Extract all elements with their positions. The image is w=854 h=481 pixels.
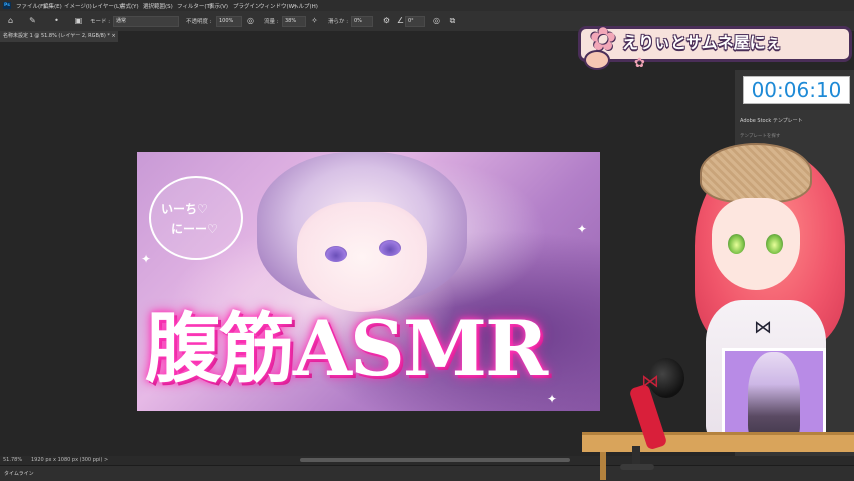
menu-image[interactable]: イメージ(I)	[64, 2, 92, 10]
avatar-right-eye	[766, 234, 783, 254]
brush-preset-icon[interactable]: •	[52, 16, 61, 25]
symmetry-icon[interactable]: ⧉	[448, 16, 457, 25]
small-sakura-icon: ✿	[634, 56, 645, 71]
menu-view[interactable]: 表示(V)	[209, 2, 228, 10]
document-dimensions: 1920 px x 1080 px (300 ppi)	[31, 457, 103, 463]
opacity-input[interactable]: 100%	[216, 16, 242, 27]
menu-type[interactable]: 書式(Y)	[120, 2, 139, 10]
angle-icon: ∠	[396, 16, 405, 25]
avatar-face	[712, 198, 800, 290]
sparkle-icon: ✦	[141, 252, 152, 266]
document-tab-title: 名称未設定 1 @ 51.8% (レイヤー 2, RGB/8) *	[3, 33, 110, 39]
timeline-tab[interactable]: タイムライン	[4, 470, 34, 477]
angle-input[interactable]: 0°	[405, 16, 425, 27]
flow-input[interactable]: 38%	[282, 16, 306, 27]
smoothing-settings-gear-icon[interactable]: ⚙	[382, 16, 391, 25]
speech-bubble-line1: いーち♡	[161, 202, 208, 216]
menu-plugins[interactable]: プラグイン	[233, 2, 261, 10]
brush-tool-icon[interactable]: ✎	[28, 16, 37, 25]
artwork-title-text: 腹筋ASMR	[145, 304, 548, 393]
airbrush-icon[interactable]: ✧	[310, 16, 319, 25]
brush-settings-icon[interactable]: ▣	[74, 16, 83, 25]
document-tab[interactable]: 名称未設定 1 @ 51.8% (レイヤー 2, RGB/8) * ×	[0, 31, 118, 42]
menu-file[interactable]: ファイル(F)	[16, 2, 45, 10]
artwork-right-eye	[379, 240, 401, 256]
pressure-opacity-icon[interactable]: ◎	[246, 16, 255, 25]
menu-edit[interactable]: 編集(E)	[43, 2, 62, 10]
flow-label: 流量 :	[264, 19, 279, 25]
timeline-bar: タイムライン	[0, 465, 854, 481]
avatar-left-eye	[728, 234, 745, 254]
menu-select[interactable]: 選択範囲(S)	[143, 2, 173, 10]
stream-timer: 00:06:10	[751, 78, 842, 102]
mode-label: モード :	[90, 19, 111, 25]
microphone-ribbon-icon: ⋈	[641, 371, 659, 392]
menu-bar: Ps ファイル(F) 編集(E) イメージ(I) レイヤー(L) 書式(Y) 選…	[0, 0, 854, 11]
panel-find-templates-link[interactable]: テンプレートを探す	[740, 132, 850, 142]
panel-stock-templates-link[interactable]: Adobe Stock テンプレート	[740, 115, 850, 127]
desk-leg	[600, 452, 606, 480]
artwork-left-eye	[325, 246, 347, 262]
status-menu-arrow[interactable]: >	[104, 457, 108, 463]
held-photo-character	[748, 352, 800, 444]
smoothing-input[interactable]: 0%	[351, 16, 373, 27]
sparkle-icon: ✦	[547, 392, 558, 406]
thumbnail-artwork[interactable]: いーち♡ にーー♡ 腹筋ASMR ✦ ✦ ✦	[137, 152, 600, 411]
close-icon[interactable]: ×	[111, 33, 115, 39]
pressure-size-icon[interactable]: ◎	[432, 16, 441, 25]
banner-title: えりぃとサムネ屋にぇ	[622, 33, 782, 52]
photoshop-logo-icon: Ps	[3, 2, 11, 9]
zoom-level[interactable]: 51.78%	[3, 457, 22, 463]
speech-bubble: いーち♡ にーー♡	[149, 176, 243, 260]
desk	[582, 432, 854, 452]
menu-window[interactable]: ウィンドウ(W)	[259, 2, 296, 10]
avatar-beret	[700, 143, 812, 203]
menu-help[interactable]: ヘルプ(H)	[293, 2, 318, 10]
menu-filter[interactable]: フィルター(T)	[177, 2, 212, 10]
paw-icon	[584, 50, 610, 70]
microphone-base	[620, 464, 654, 470]
mode-select[interactable]: 通常	[113, 16, 179, 27]
sparkle-icon: ✦	[577, 222, 588, 236]
menu-layer[interactable]: レイヤー(L)	[92, 2, 121, 10]
speech-bubble-line2: にーー♡	[171, 222, 218, 236]
smoothing-label: 滑らか :	[328, 19, 349, 25]
home-icon[interactable]: ⌂	[6, 16, 15, 25]
horizontal-scrollbar[interactable]	[300, 458, 570, 462]
ribbon-icon: ⋈	[754, 317, 772, 338]
opacity-label: 不透明度 :	[186, 19, 212, 25]
